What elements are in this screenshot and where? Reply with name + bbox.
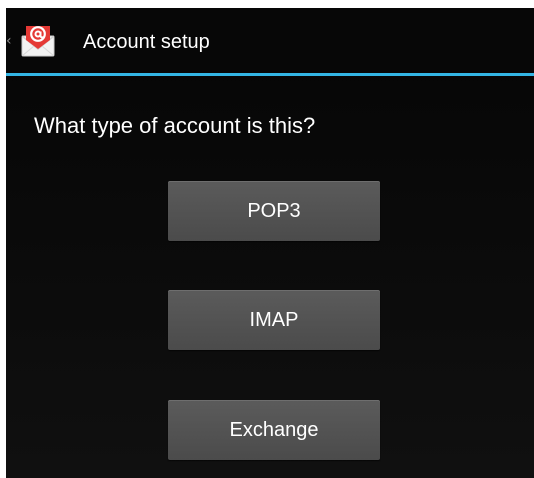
exchange-button[interactable]: Exchange [168,400,380,460]
imap-button[interactable]: IMAP [168,290,380,350]
action-bar-divider [6,73,534,76]
pop3-button[interactable]: POP3 [168,181,380,241]
chevron-left-icon[interactable]: ‹ [6,34,14,48]
page-title: Account setup [83,31,210,53]
action-bar: ‹ Account setup [6,8,534,73]
account-type-question: What type of account is this? [34,113,316,138]
email-icon[interactable] [17,20,59,60]
account-setup-screen: ‹ Account setup What type of account is … [6,8,534,478]
